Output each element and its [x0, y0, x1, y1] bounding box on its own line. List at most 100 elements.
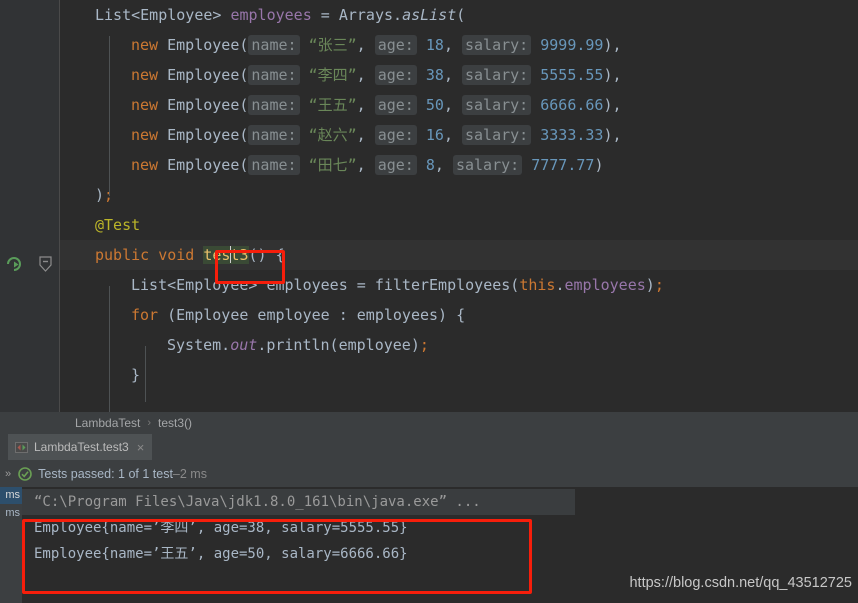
- indent-guide-method: [109, 286, 110, 412]
- code-line[interactable]: System.out.println(employee);: [60, 330, 858, 360]
- code-token: {: [266, 246, 285, 264]
- code-token: Employee: [167, 156, 240, 174]
- code-line[interactable]: List<Employee> employees = filterEmploye…: [60, 270, 858, 300]
- code-token: new: [131, 96, 168, 114]
- close-icon[interactable]: ×: [137, 441, 145, 454]
- code-line[interactable]: new Employee(name: “田七”, age: 8, salary:…: [60, 150, 858, 180]
- code-token: ): [95, 186, 105, 204]
- status-dash: –: [172, 466, 180, 481]
- code-token: name:: [248, 65, 300, 85]
- code-token: =: [311, 6, 339, 24]
- code-token: Employee: [176, 276, 249, 294]
- breadcrumb-separator-icon: ›: [147, 417, 152, 429]
- code-line[interactable]: new Employee(name: “李四”, age: 38, salary…: [60, 60, 858, 90]
- code-token: (): [248, 246, 267, 264]
- run-tab-lambdatest-test3[interactable]: LambdaTest.test3 ×: [8, 434, 153, 460]
- breadcrumb-method[interactable]: test3(): [158, 416, 192, 430]
- code-token: Arrays.: [338, 6, 403, 24]
- code-token: ,: [356, 156, 375, 174]
- code-token: name:: [248, 125, 300, 145]
- code-token: 18: [425, 36, 444, 54]
- code-line[interactable]: );: [60, 180, 858, 210]
- code-token: ),: [603, 36, 622, 54]
- code-token: ,: [443, 126, 462, 144]
- code-token: ,: [434, 156, 453, 174]
- code-token: salary:: [462, 95, 532, 115]
- breadcrumb[interactable]: LambdaTest › test3(): [0, 412, 858, 434]
- code-token: ,: [443, 66, 462, 84]
- code-line[interactable]: }: [60, 360, 858, 390]
- code-token: 9999.99: [540, 36, 604, 54]
- selected-method-name: test3: [203, 246, 249, 264]
- code-token: ,: [356, 66, 375, 84]
- code-editor[interactable]: List<Employee> employees = Arrays.asList…: [0, 0, 858, 412]
- code-token: ),: [603, 96, 622, 114]
- run-tab-label: LambdaTest.test3: [34, 440, 129, 454]
- code-lines[interactable]: List<Employee> employees = Arrays.asList…: [60, 0, 858, 412]
- code-token: ,: [356, 126, 375, 144]
- code-token: 6666.66: [540, 96, 604, 114]
- code-token: new: [131, 126, 168, 144]
- code-token: 50: [425, 96, 444, 114]
- watermark: https://blog.csdn.net/qq_43512725: [629, 575, 852, 591]
- code-line[interactable]: new Employee(name: “赵六”, age: 16, salary…: [60, 120, 858, 150]
- code-token: “赵六”: [299, 126, 357, 144]
- code-token: >: [212, 6, 231, 24]
- code-token: age:: [374, 35, 417, 55]
- code-token: name:: [248, 95, 300, 115]
- code-token: 7777.77: [531, 156, 595, 174]
- code-token: void: [158, 246, 204, 264]
- code-token: ),: [603, 66, 622, 84]
- console-output-line: Employee{name=’李四’, age=38, salary=5555.…: [34, 520, 408, 536]
- code-token: List: [131, 276, 168, 294]
- indent-guide-aslist: [109, 36, 110, 196]
- code-token: age:: [374, 125, 417, 145]
- test-tree-durations[interactable]: ms ms: [0, 487, 22, 603]
- code-line[interactable]: new Employee(name: “王五”, age: 50, salary…: [60, 90, 858, 120]
- expand-chevron-icon[interactable]: »: [5, 468, 11, 480]
- code-token: ;: [419, 336, 429, 354]
- code-token: }: [131, 366, 141, 384]
- code-token: Employee: [167, 126, 240, 144]
- code-token: @Test: [95, 216, 141, 234]
- code-token: 3333.33: [540, 126, 604, 144]
- code-token: age:: [374, 65, 417, 85]
- code-line[interactable]: @Test: [60, 210, 858, 240]
- code-token: new: [131, 66, 168, 84]
- tests-passed-icon: [18, 466, 32, 481]
- run-test-icon[interactable]: [2, 251, 26, 275]
- code-token: Employee: [167, 96, 240, 114]
- code-token: for: [131, 306, 168, 324]
- console-command-line: “C:\Program Files\Java\jdk1.8.0_161\bin\…: [22, 489, 575, 515]
- code-token: ,: [356, 36, 375, 54]
- code-token: “张三”: [299, 36, 357, 54]
- breadcrumb-class[interactable]: LambdaTest: [75, 416, 140, 430]
- test-tree-row[interactable]: ms: [0, 505, 22, 522]
- fold-collapse-icon[interactable]: [37, 256, 54, 273]
- code-line[interactable]: for (Employee employee : employees) {: [60, 300, 858, 330]
- code-token: ;: [654, 276, 664, 294]
- code-token: .println(employee): [257, 336, 420, 354]
- code-token: 38: [425, 66, 444, 84]
- test-status-bar: » Tests passed: 1 of 1 test – 2 ms: [0, 460, 858, 487]
- code-token: Employee: [140, 6, 213, 24]
- code-token: 8: [425, 156, 435, 174]
- code-token: public: [95, 246, 159, 264]
- code-token: (: [456, 6, 466, 24]
- code-line[interactable]: new Employee(name: “张三”, age: 18, salary…: [60, 30, 858, 60]
- test-tree-row[interactable]: ms: [0, 487, 22, 504]
- code-token: employees: [564, 276, 646, 294]
- editor-gutter[interactable]: [0, 0, 60, 412]
- code-line[interactable]: List<Employee> employees = Arrays.asList…: [60, 0, 858, 30]
- code-token: this: [519, 276, 556, 294]
- code-token: ),: [603, 126, 622, 144]
- code-line[interactable]: public void test3() {: [60, 240, 858, 270]
- code-token: > employees = filterEmployees(: [248, 276, 520, 294]
